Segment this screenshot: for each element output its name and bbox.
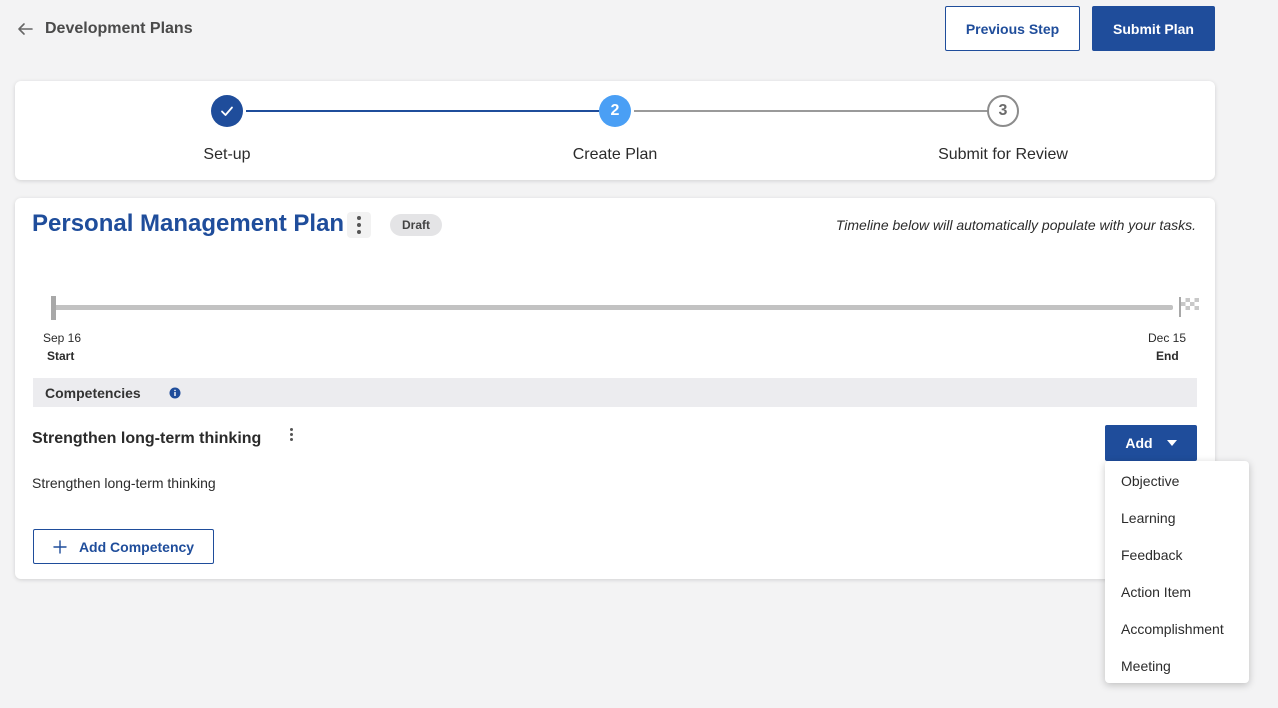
competencies-header-label: Competencies [45,384,141,401]
status-badge: Draft [390,214,443,236]
menu-item-action-item[interactable]: Action Item [1105,573,1249,610]
step-label-submit-review: Submit for Review [938,146,1068,163]
previous-step-button[interactable]: Previous Step [945,6,1080,51]
step-connector-upcoming [634,110,988,112]
menu-item-accomplishment[interactable]: Accomplishment [1105,610,1249,647]
step-3-upcoming[interactable]: 3 [987,95,1019,127]
plan-options-kebab-icon[interactable] [347,212,371,238]
menu-item-learning[interactable]: Learning [1105,499,1249,536]
competency-description: Strengthen long-term thinking [32,475,216,491]
checkered-flag-icon [1179,297,1199,317]
competencies-header: Competencies [33,378,1197,407]
menu-item-feedback[interactable]: Feedback [1105,536,1249,573]
add-dropdown-button[interactable]: Add [1105,425,1197,461]
back-arrow-icon[interactable] [16,20,34,38]
timeline-end-label: End [1156,349,1179,363]
add-competency-label: Add Competency [78,538,195,555]
plus-icon [53,539,67,554]
timeline-bar [53,305,1173,310]
step-label-create-plan: Create Plan [572,146,658,163]
page-title: Development Plans [45,20,193,37]
competency-options-kebab-icon[interactable] [286,428,296,444]
timeline-start-label: Start [47,349,75,363]
add-button-label: Add [1125,435,1153,451]
timeline-end-date: Dec 15 [1148,331,1187,345]
step-label-setup: Set-up [203,146,251,163]
menu-item-objective[interactable]: Objective [1105,462,1249,499]
step-connector-complete [246,110,599,112]
checkmark-icon [221,106,233,116]
caret-down-icon [1166,440,1177,446]
competency-title: Strengthen long-term thinking [32,430,262,447]
plan-title: Personal Management Plan [32,210,345,237]
step-1-complete[interactable] [211,95,243,127]
step-2-current[interactable]: 2 [599,95,631,127]
timeline-start-date: Sep 16 [43,331,82,345]
submit-plan-button[interactable]: Submit Plan [1092,6,1215,51]
add-competency-button[interactable]: Add Competency [33,529,214,564]
timeline-start-marker [51,296,56,320]
timeline-note: Timeline below will automatically popula… [835,217,1196,233]
menu-item-meeting[interactable]: Meeting [1105,647,1249,684]
add-dropdown-menu: Objective Learning Feedback Action Item … [1105,461,1249,683]
plan-card: Personal Management Plan Draft Timeline … [15,198,1215,579]
stepper-card: 2 3 Set-up Create Plan Submit for Review [15,81,1215,180]
info-icon[interactable] [169,387,181,399]
